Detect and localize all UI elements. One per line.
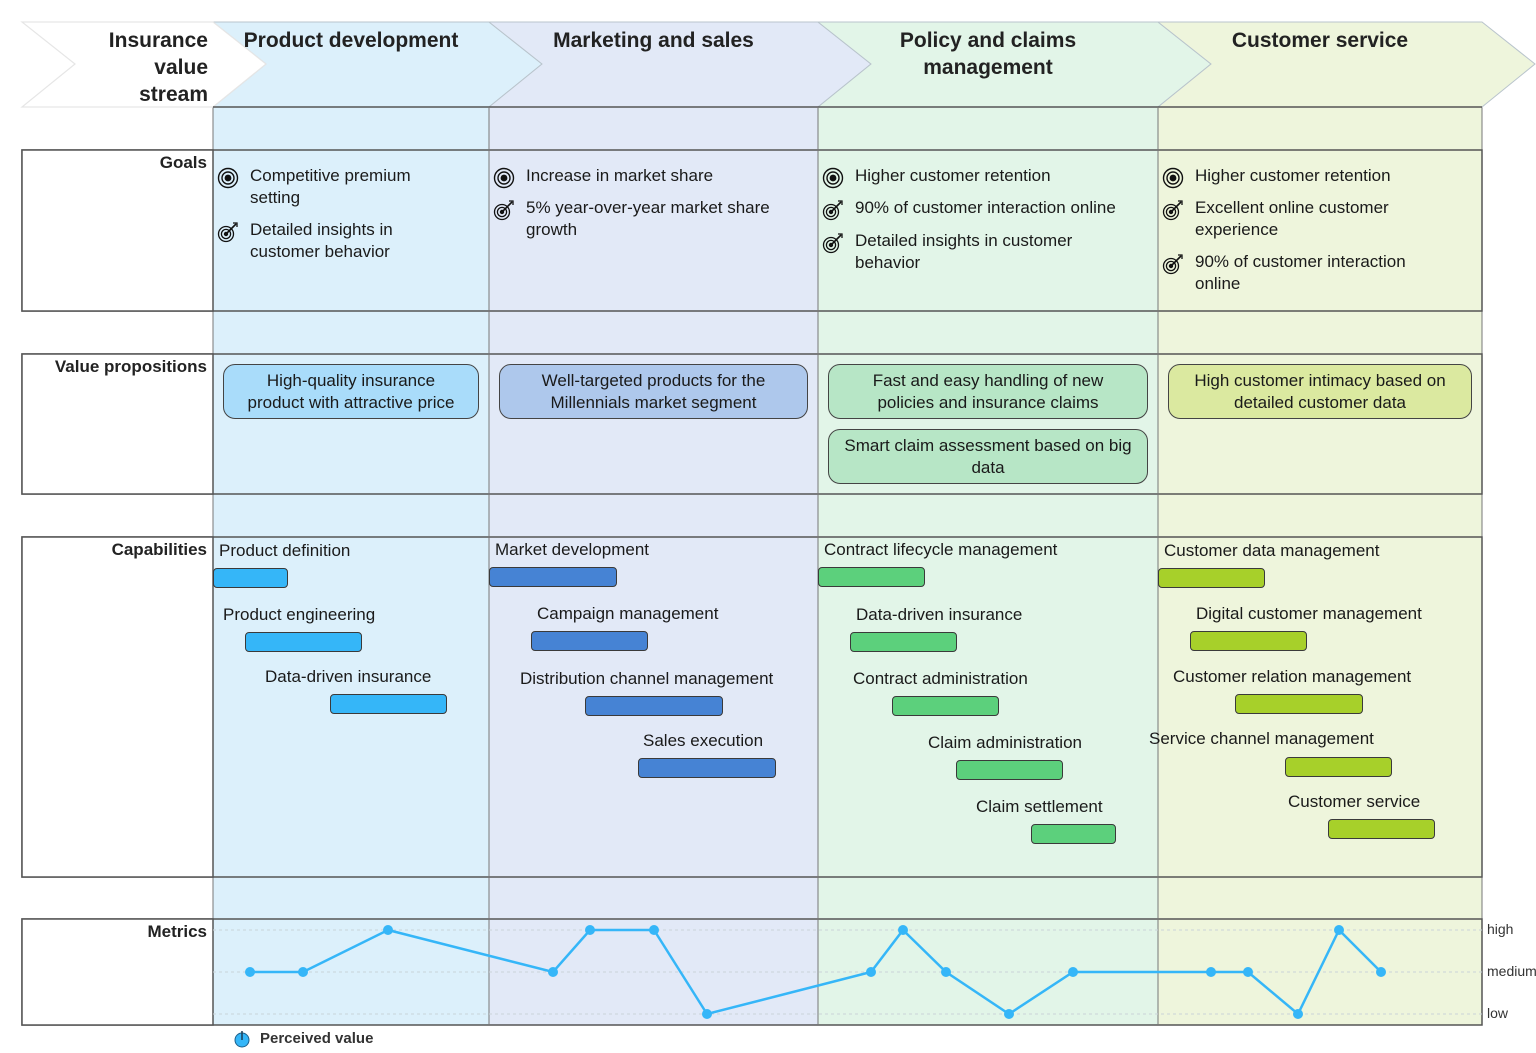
objective-dart-icon: [822, 232, 844, 254]
capability-label: Customer data management: [1164, 541, 1380, 560]
goal-text: 90% of customer interaction online: [855, 198, 1116, 217]
capability-label: Sales execution: [643, 731, 764, 750]
capability-bar[interactable]: [850, 632, 957, 652]
capability-label: Market development: [495, 540, 650, 559]
row-label-goals: Goals: [159, 153, 207, 172]
capability-label: Claim settlement: [976, 797, 1103, 816]
goal-text: Excellent online customer experience: [1195, 198, 1389, 239]
goal-text: 5% year-over-year market share growth: [526, 198, 770, 239]
goal-text: Competitive premium setting: [250, 166, 411, 207]
capability-label: Product definition: [219, 541, 351, 560]
goal-item: Detailed insights in customer behavior: [822, 230, 1154, 276]
goal-text: Detailed insights in customer behavior: [250, 220, 393, 261]
value-proposition-card[interactable]: High customer intimacy based on detailed…: [1168, 364, 1472, 419]
objective-dart-icon: [1162, 253, 1184, 275]
capability-bar[interactable]: [489, 567, 617, 587]
y-tick-medium: medium: [1487, 963, 1536, 979]
capability-bar[interactable]: [638, 758, 776, 778]
capability-bar[interactable]: [531, 631, 648, 651]
capability-bar[interactable]: [585, 696, 723, 716]
capability-label: Customer relation management: [1173, 667, 1412, 686]
capability-label: Customer service: [1288, 792, 1421, 811]
capability-label: Data-driven insurance: [856, 605, 1023, 624]
capability-bar[interactable]: [1190, 631, 1307, 651]
goal-target-icon: [493, 167, 515, 189]
objective-dart-icon: [1162, 199, 1184, 221]
value-proposition-card[interactable]: Well-targeted products for the Millennia…: [499, 364, 808, 419]
goal-target-icon: [1162, 167, 1184, 189]
goal-item: Detailed insights in customer behavior: [217, 219, 485, 265]
stage-title-0: Product development: [243, 29, 459, 52]
goal-item: Competitive premium setting: [217, 165, 485, 211]
stage-title-1: Marketing and sales: [553, 29, 754, 52]
goal-item: Excellent online customer experience: [1162, 197, 1478, 243]
capability-label: Digital customer management: [1196, 604, 1422, 623]
goal-text: 90% of customer interaction online: [1195, 252, 1406, 293]
capability-label: Product engineering: [223, 605, 376, 624]
capability-bar[interactable]: [245, 632, 362, 652]
capability-label: Data-driven insurance: [265, 667, 432, 686]
capability-label: Distribution channel management: [520, 669, 774, 688]
capability-bar[interactable]: [1158, 568, 1265, 588]
capability-bar[interactable]: [1235, 694, 1363, 714]
capability-label: Contract administration: [853, 669, 1028, 688]
legend-label: Perceived value: [260, 1030, 374, 1047]
goal-target-icon: [217, 167, 239, 189]
row-label-metrics: Metrics: [147, 922, 207, 941]
objective-dart-icon: [217, 221, 239, 243]
goal-text: Higher customer retention: [1195, 166, 1391, 185]
stage-title-3: Customer service: [1231, 29, 1409, 52]
value-proposition-card[interactable]: Smart claim assessment based on big data: [828, 429, 1148, 484]
capability-bar[interactable]: [892, 696, 999, 716]
stage-title-2: Policy and claims management: [899, 29, 1077, 79]
goal-text: Increase in market share: [526, 166, 714, 185]
capability-label: Service channel management: [1149, 729, 1374, 748]
y-tick-low: low: [1487, 1005, 1509, 1021]
goal-text: Detailed insights in customer behavior: [855, 231, 1073, 272]
value-proposition-card[interactable]: Fast and easy handling of new policies a…: [828, 364, 1148, 419]
row-label-capabilities: Capabilities: [111, 540, 207, 559]
objective-dart-icon: [822, 199, 844, 221]
capability-label: Contract lifecycle management: [824, 540, 1058, 559]
row-label-value_propositions: Value propositions: [54, 357, 207, 376]
goal-item: 90% of customer interaction online: [1162, 251, 1478, 297]
goal-target-icon: [822, 167, 844, 189]
capability-bar[interactable]: [1285, 757, 1392, 777]
capability-label: Campaign management: [537, 604, 719, 623]
capability-bar[interactable]: [1328, 819, 1435, 839]
objective-dart-icon: [493, 199, 515, 221]
capability-bar[interactable]: [330, 694, 447, 714]
capability-bar[interactable]: [213, 568, 288, 588]
capability-bar[interactable]: [818, 567, 925, 587]
goal-item: 5% year-over-year market share growth: [493, 197, 814, 243]
capability-bar[interactable]: [956, 760, 1063, 780]
value-proposition-card[interactable]: High-quality insurance product with attr…: [223, 364, 479, 419]
y-tick-high: high: [1487, 921, 1514, 937]
capability-bar[interactable]: [1031, 824, 1116, 844]
capability-label: Claim administration: [928, 733, 1082, 752]
value-stream-diagram: Insurance value stream Product developmen…: [0, 0, 1536, 1053]
stream-title: Insurance value stream: [108, 29, 208, 106]
goal-text: Higher customer retention: [855, 166, 1051, 185]
